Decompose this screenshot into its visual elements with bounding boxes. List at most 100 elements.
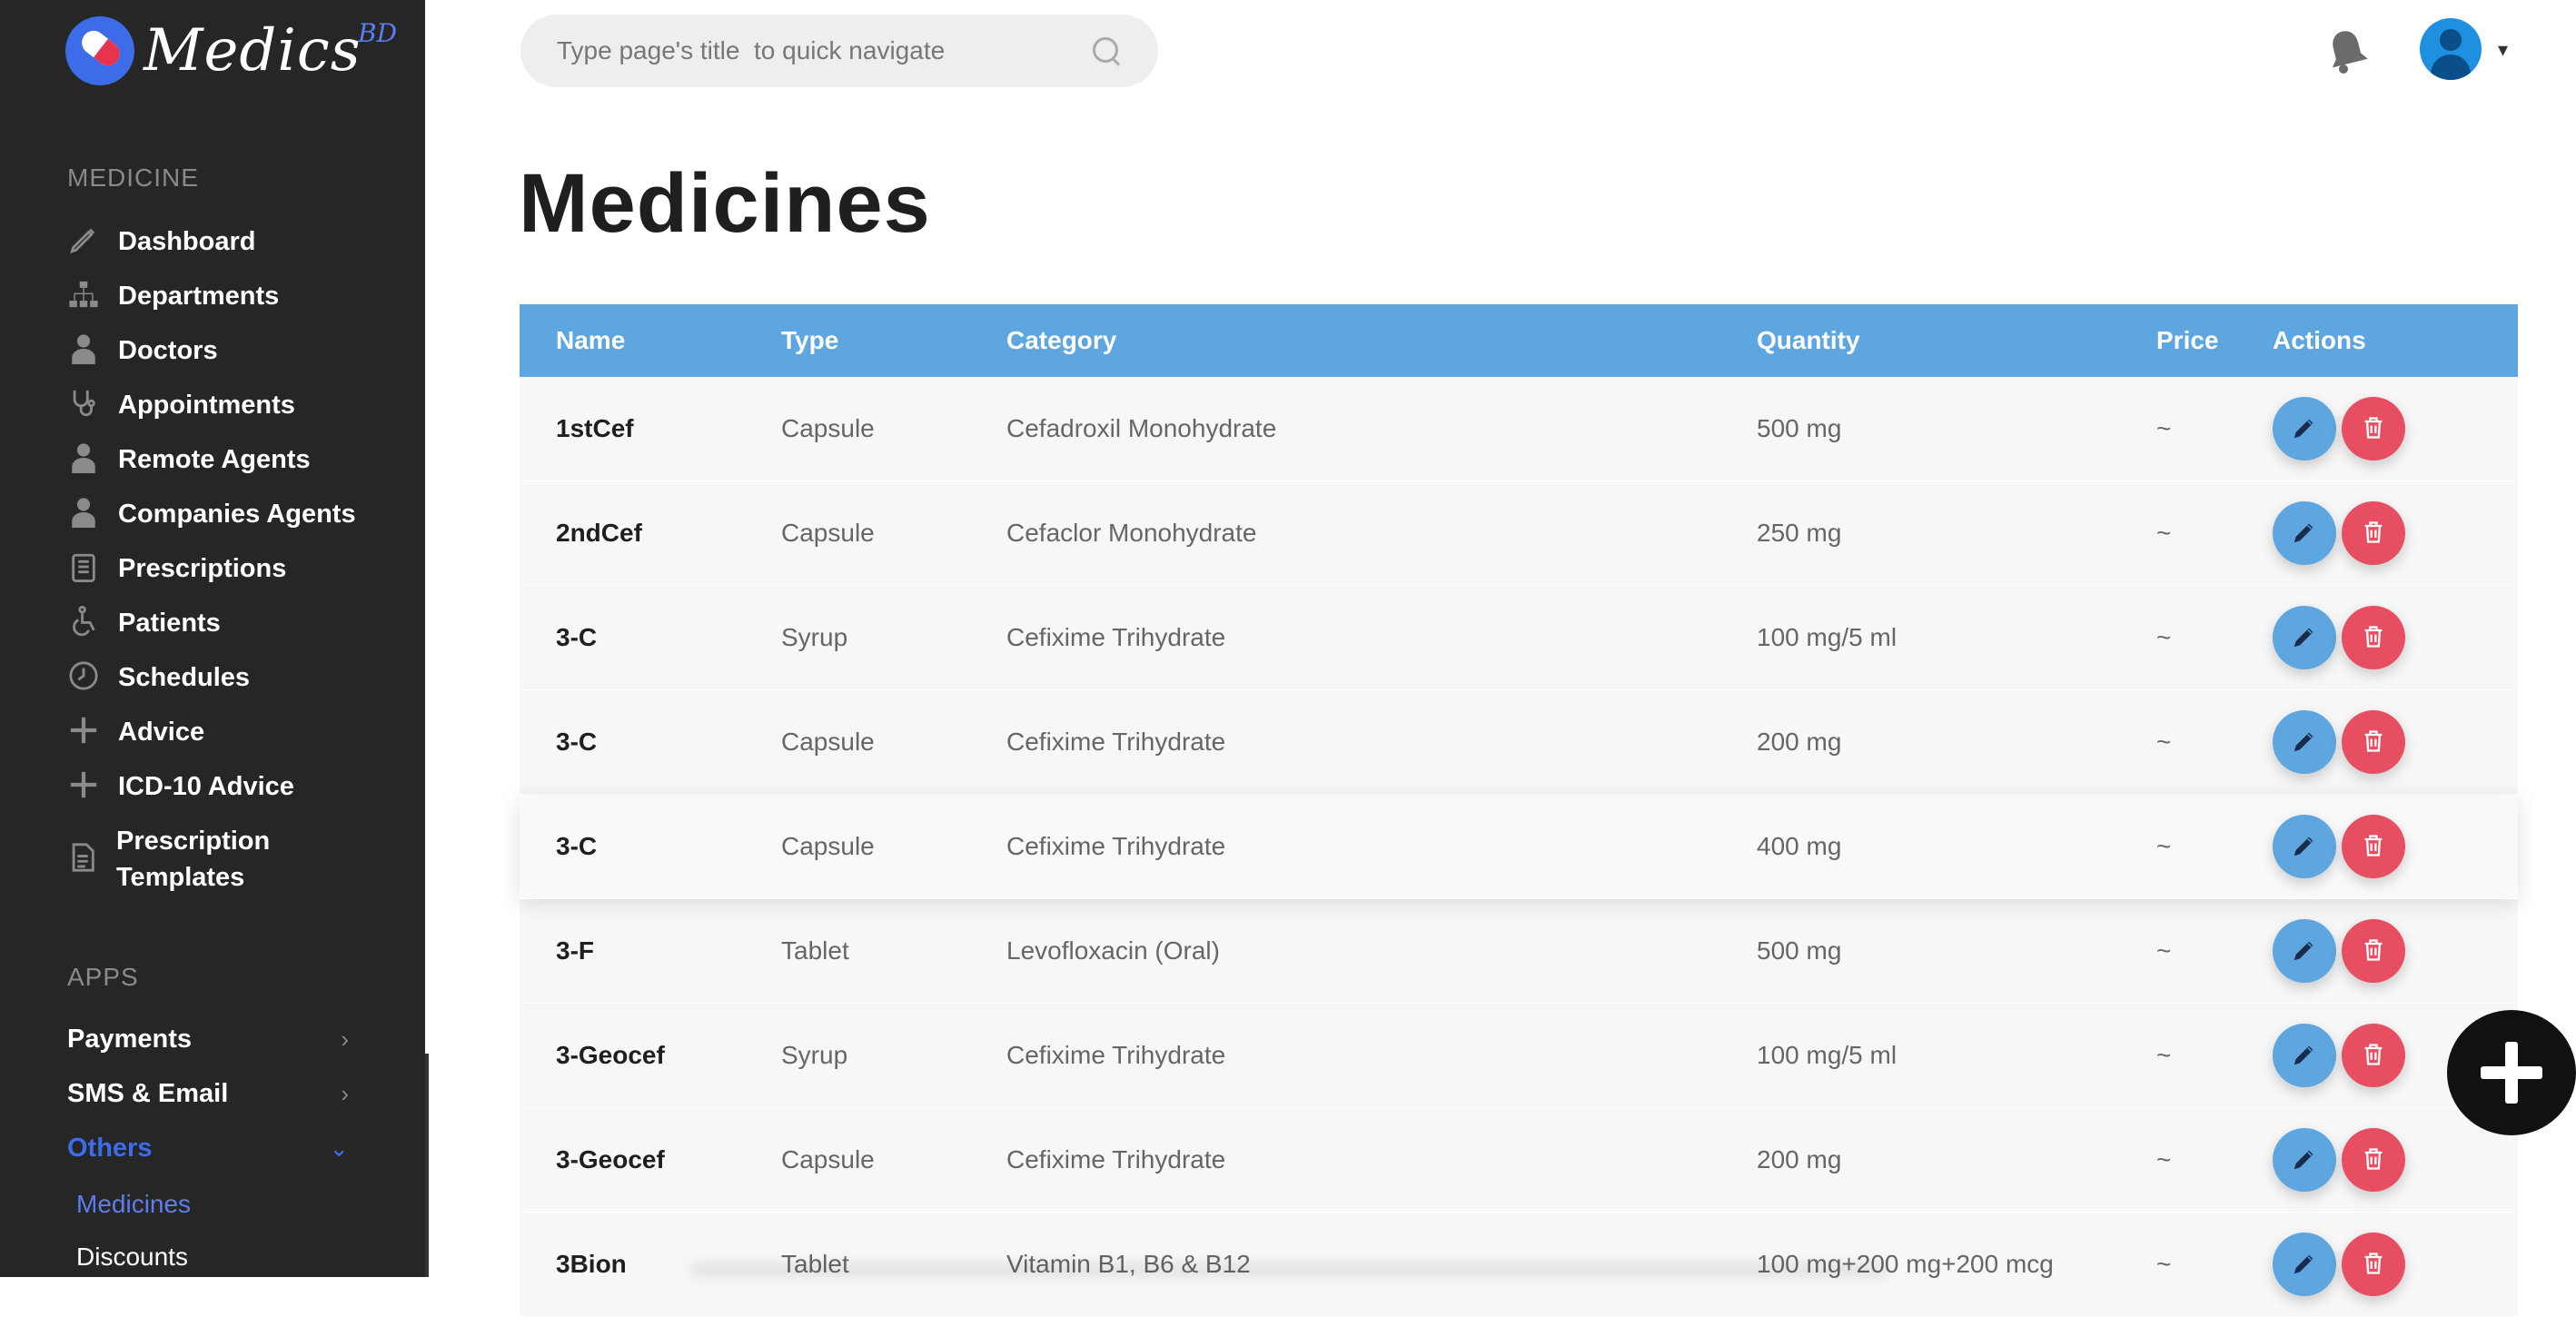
section-title-apps: APPS — [67, 963, 139, 991]
pencil-icon — [2291, 1041, 2318, 1071]
table-row[interactable]: 3-C Syrup Cefixime Trihydrate 100 mg/5 ml ~ — [520, 586, 2518, 690]
sidebar-item-companies-agents[interactable]: Companies Agents — [67, 496, 356, 532]
page-title: Medicines — [519, 157, 931, 250]
cell-price: ~ — [2156, 623, 2172, 651]
edit-button[interactable] — [2273, 815, 2336, 878]
sidebar-item-schedules[interactable]: Schedules — [67, 659, 250, 696]
add-medicine-button[interactable] — [2447, 1010, 2576, 1135]
delete-button[interactable] — [2342, 1233, 2405, 1296]
column-header-type[interactable]: Type — [781, 326, 1006, 355]
sidebar-item-departments[interactable]: Departments — [67, 278, 279, 314]
edit-button[interactable] — [2273, 397, 2336, 460]
table-row[interactable]: 3-C Capsule Cefixime Trihydrate 200 mg ~ — [520, 690, 2518, 795]
chevron-down-icon[interactable]: ▾ — [2498, 38, 2508, 62]
cell-price: ~ — [2156, 519, 2172, 547]
delete-button[interactable] — [2342, 1024, 2405, 1087]
column-header-price[interactable]: Price — [2156, 326, 2273, 355]
avatar[interactable] — [2420, 18, 2482, 80]
sidebar-item-sms-email[interactable]: SMS & Email › — [67, 1079, 349, 1109]
table-row[interactable]: 3-Geocef Syrup Cefixime Trihydrate 100 mg/5… — [520, 1004, 2518, 1108]
cell-price: ~ — [2156, 728, 2172, 756]
sidebar-item-icd10-advice[interactable]: ICD-10 Advice — [67, 768, 294, 805]
sidebar-item-label: Schedules — [118, 663, 251, 692]
cell-type: Capsule — [781, 728, 875, 756]
trash-icon — [2361, 520, 2386, 548]
table-row[interactable]: 3-C Capsule Cefixime Trihydrate 400 mg ~ — [520, 795, 2518, 899]
sidebar-item-prescriptions[interactable]: Prescriptions — [67, 550, 286, 587]
plus-icon — [67, 714, 100, 747]
cell-category: Cefixime Trihydrate — [1006, 728, 1226, 756]
delete-button[interactable] — [2342, 710, 2405, 774]
search-icon[interactable] — [1091, 35, 1122, 66]
wheelchair-icon — [67, 605, 100, 638]
sidebar-item-label: Remote Agents — [118, 445, 311, 474]
trash-icon — [2361, 1042, 2386, 1070]
cell-type: Capsule — [781, 1145, 875, 1173]
search-bar[interactable] — [520, 15, 1158, 87]
logo[interactable]: Medics BD — [65, 15, 397, 87]
cell-price: ~ — [2156, 1041, 2172, 1069]
sidebar-item-others[interactable]: Others ⌄ — [67, 1134, 349, 1164]
sidebar-subitem-discounts[interactable]: Discounts — [76, 1243, 188, 1272]
sidebar-item-label: Others — [67, 1134, 153, 1163]
sidebar-scrollbar[interactable] — [425, 0, 429, 1054]
delete-button[interactable] — [2342, 815, 2405, 878]
column-header-name[interactable]: Name — [520, 326, 781, 355]
sidebar-item-patients[interactable]: Patients — [67, 605, 221, 641]
edit-button[interactable] — [2273, 1024, 2336, 1087]
sidebar-item-appointments[interactable]: Appointments — [67, 387, 295, 423]
cell-actions — [2273, 710, 2518, 774]
logo-text: Medics — [144, 17, 362, 84]
sidebar-subitem-medicines[interactable]: Medicines — [76, 1190, 191, 1219]
trash-icon — [2361, 728, 2386, 757]
agent-icon — [67, 441, 100, 474]
cell-type: Capsule — [781, 519, 875, 547]
sidebar-item-label: SMS & Email — [67, 1079, 229, 1108]
delete-button[interactable] — [2342, 606, 2405, 669]
edit-button[interactable] — [2273, 919, 2336, 983]
sidebar-item-label: ICD-10 Advice — [118, 772, 294, 801]
edit-button[interactable] — [2273, 710, 2336, 774]
bell-icon[interactable] — [2325, 27, 2369, 74]
table-row[interactable]: 2ndCef Capsule Cefaclor Monohydrate 250 mg ~ — [520, 481, 2518, 586]
delete-button[interactable] — [2342, 1128, 2405, 1192]
cell-quantity: 200 mg — [1757, 1145, 1842, 1173]
edit-button[interactable] — [2273, 501, 2336, 565]
sidebar-item-label: Appointments — [118, 391, 295, 420]
sidebar-item-doctors[interactable]: Doctors — [67, 332, 218, 369]
delete-button[interactable] — [2342, 501, 2405, 565]
edit-button[interactable] — [2273, 1233, 2336, 1296]
edit-button[interactable] — [2273, 606, 2336, 669]
sidebar-item-label: Advice — [118, 718, 205, 747]
delete-button[interactable] — [2342, 397, 2405, 460]
cell-category: Cefixime Trihydrate — [1006, 832, 1226, 860]
search-input[interactable] — [557, 36, 1091, 65]
sidebar-item-remote-agents[interactable]: Remote Agents — [67, 441, 311, 478]
plus-icon — [67, 768, 100, 801]
cell-quantity: 100 mg/5 ml — [1757, 623, 1897, 651]
pencil-icon — [67, 223, 100, 256]
cell-name: 3-F — [556, 936, 594, 965]
column-header-quantity[interactable]: Quantity — [1757, 326, 2156, 355]
sidebar-item-advice[interactable]: Advice — [67, 714, 204, 750]
chevron-down-icon: ⌄ — [329, 1134, 349, 1162]
sidebar-item-label: Departments — [118, 282, 280, 311]
cell-name: 3-C — [556, 728, 598, 756]
trash-icon — [2361, 937, 2386, 965]
sidebar-item-payments[interactable]: Payments › — [67, 1025, 349, 1055]
pencil-icon — [2291, 728, 2318, 758]
column-header-category[interactable]: Category — [1006, 326, 1757, 355]
delete-button[interactable] — [2342, 919, 2405, 983]
cell-actions — [2273, 606, 2518, 669]
cell-quantity: 500 mg — [1757, 936, 1842, 965]
bottom-shadow — [690, 1263, 1889, 1277]
table-row[interactable]: 3-Geocef Capsule Cefixime Trihydrate 200 mg… — [520, 1108, 2518, 1213]
trash-icon — [2361, 833, 2386, 861]
edit-button[interactable] — [2273, 1128, 2336, 1192]
sidebar-item-dashboard[interactable]: Dashboard — [67, 223, 255, 260]
table-row[interactable]: 1stCef Capsule Cefadroxil Monohydrate 500 m… — [520, 377, 2518, 481]
chevron-right-icon: › — [341, 1025, 349, 1053]
sidebar-item-prescription-templates[interactable]: Prescription Templates — [67, 823, 340, 896]
table-row[interactable]: 3-F Tablet Levofloxacin (Oral) 500 mg ~ — [520, 899, 2518, 1004]
table-body: 1stCef Capsule Cefadroxil Monohydrate 500 m… — [520, 377, 2518, 1317]
